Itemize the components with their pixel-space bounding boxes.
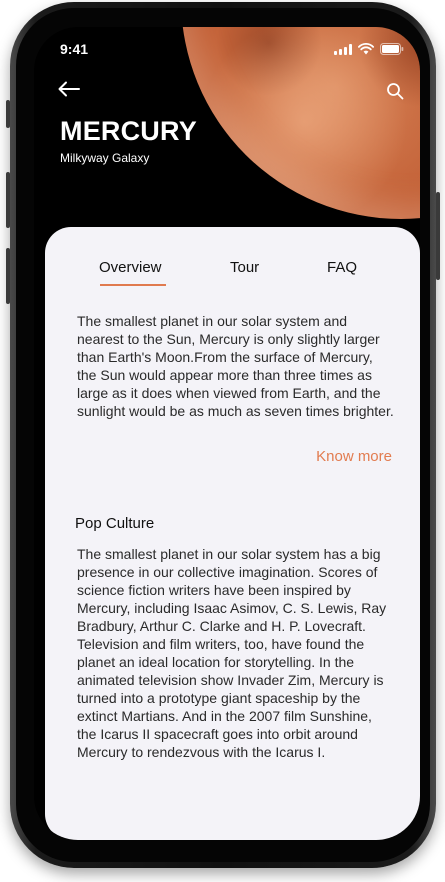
cellular-signal-icon [334, 43, 352, 55]
search-button[interactable] [386, 82, 406, 102]
volume-up-button [6, 172, 10, 228]
status-icons [334, 43, 404, 55]
content-card: Overview Tour FAQ The smallest planet in… [45, 227, 420, 840]
battery-icon [380, 43, 404, 55]
tab-faq[interactable]: FAQ [327, 259, 357, 276]
power-button [436, 192, 440, 280]
pop-culture-text: The smallest planet in our solar system … [77, 546, 387, 760]
wifi-icon [358, 43, 374, 55]
active-tab-indicator [100, 284, 166, 286]
mute-switch [6, 100, 10, 128]
know-more-link[interactable]: Know more [316, 448, 392, 465]
pop-culture-heading: Pop Culture [75, 515, 155, 532]
status-bar: 9:41 [34, 27, 420, 71]
page-title: MERCURY [60, 116, 197, 146]
arrow-left-icon [58, 81, 80, 97]
status-time: 9:41 [60, 41, 89, 57]
overview-text: The smallest planet in our solar system … [77, 313, 394, 419]
page-subtitle: Milkyway Galaxy [60, 151, 150, 165]
tab-overview[interactable]: Overview [99, 259, 162, 276]
phone-screen: 9:41 MERCURY Milkyway Galaxy Overview To… [34, 27, 420, 840]
volume-down-button [6, 248, 10, 304]
search-icon [387, 83, 404, 100]
phone-frame: 9:41 MERCURY Milkyway Galaxy Overview To… [6, 2, 440, 868]
tab-tour[interactable]: Tour [230, 259, 259, 276]
tab-bar: Overview Tour FAQ [45, 259, 420, 289]
back-button[interactable] [58, 81, 82, 101]
